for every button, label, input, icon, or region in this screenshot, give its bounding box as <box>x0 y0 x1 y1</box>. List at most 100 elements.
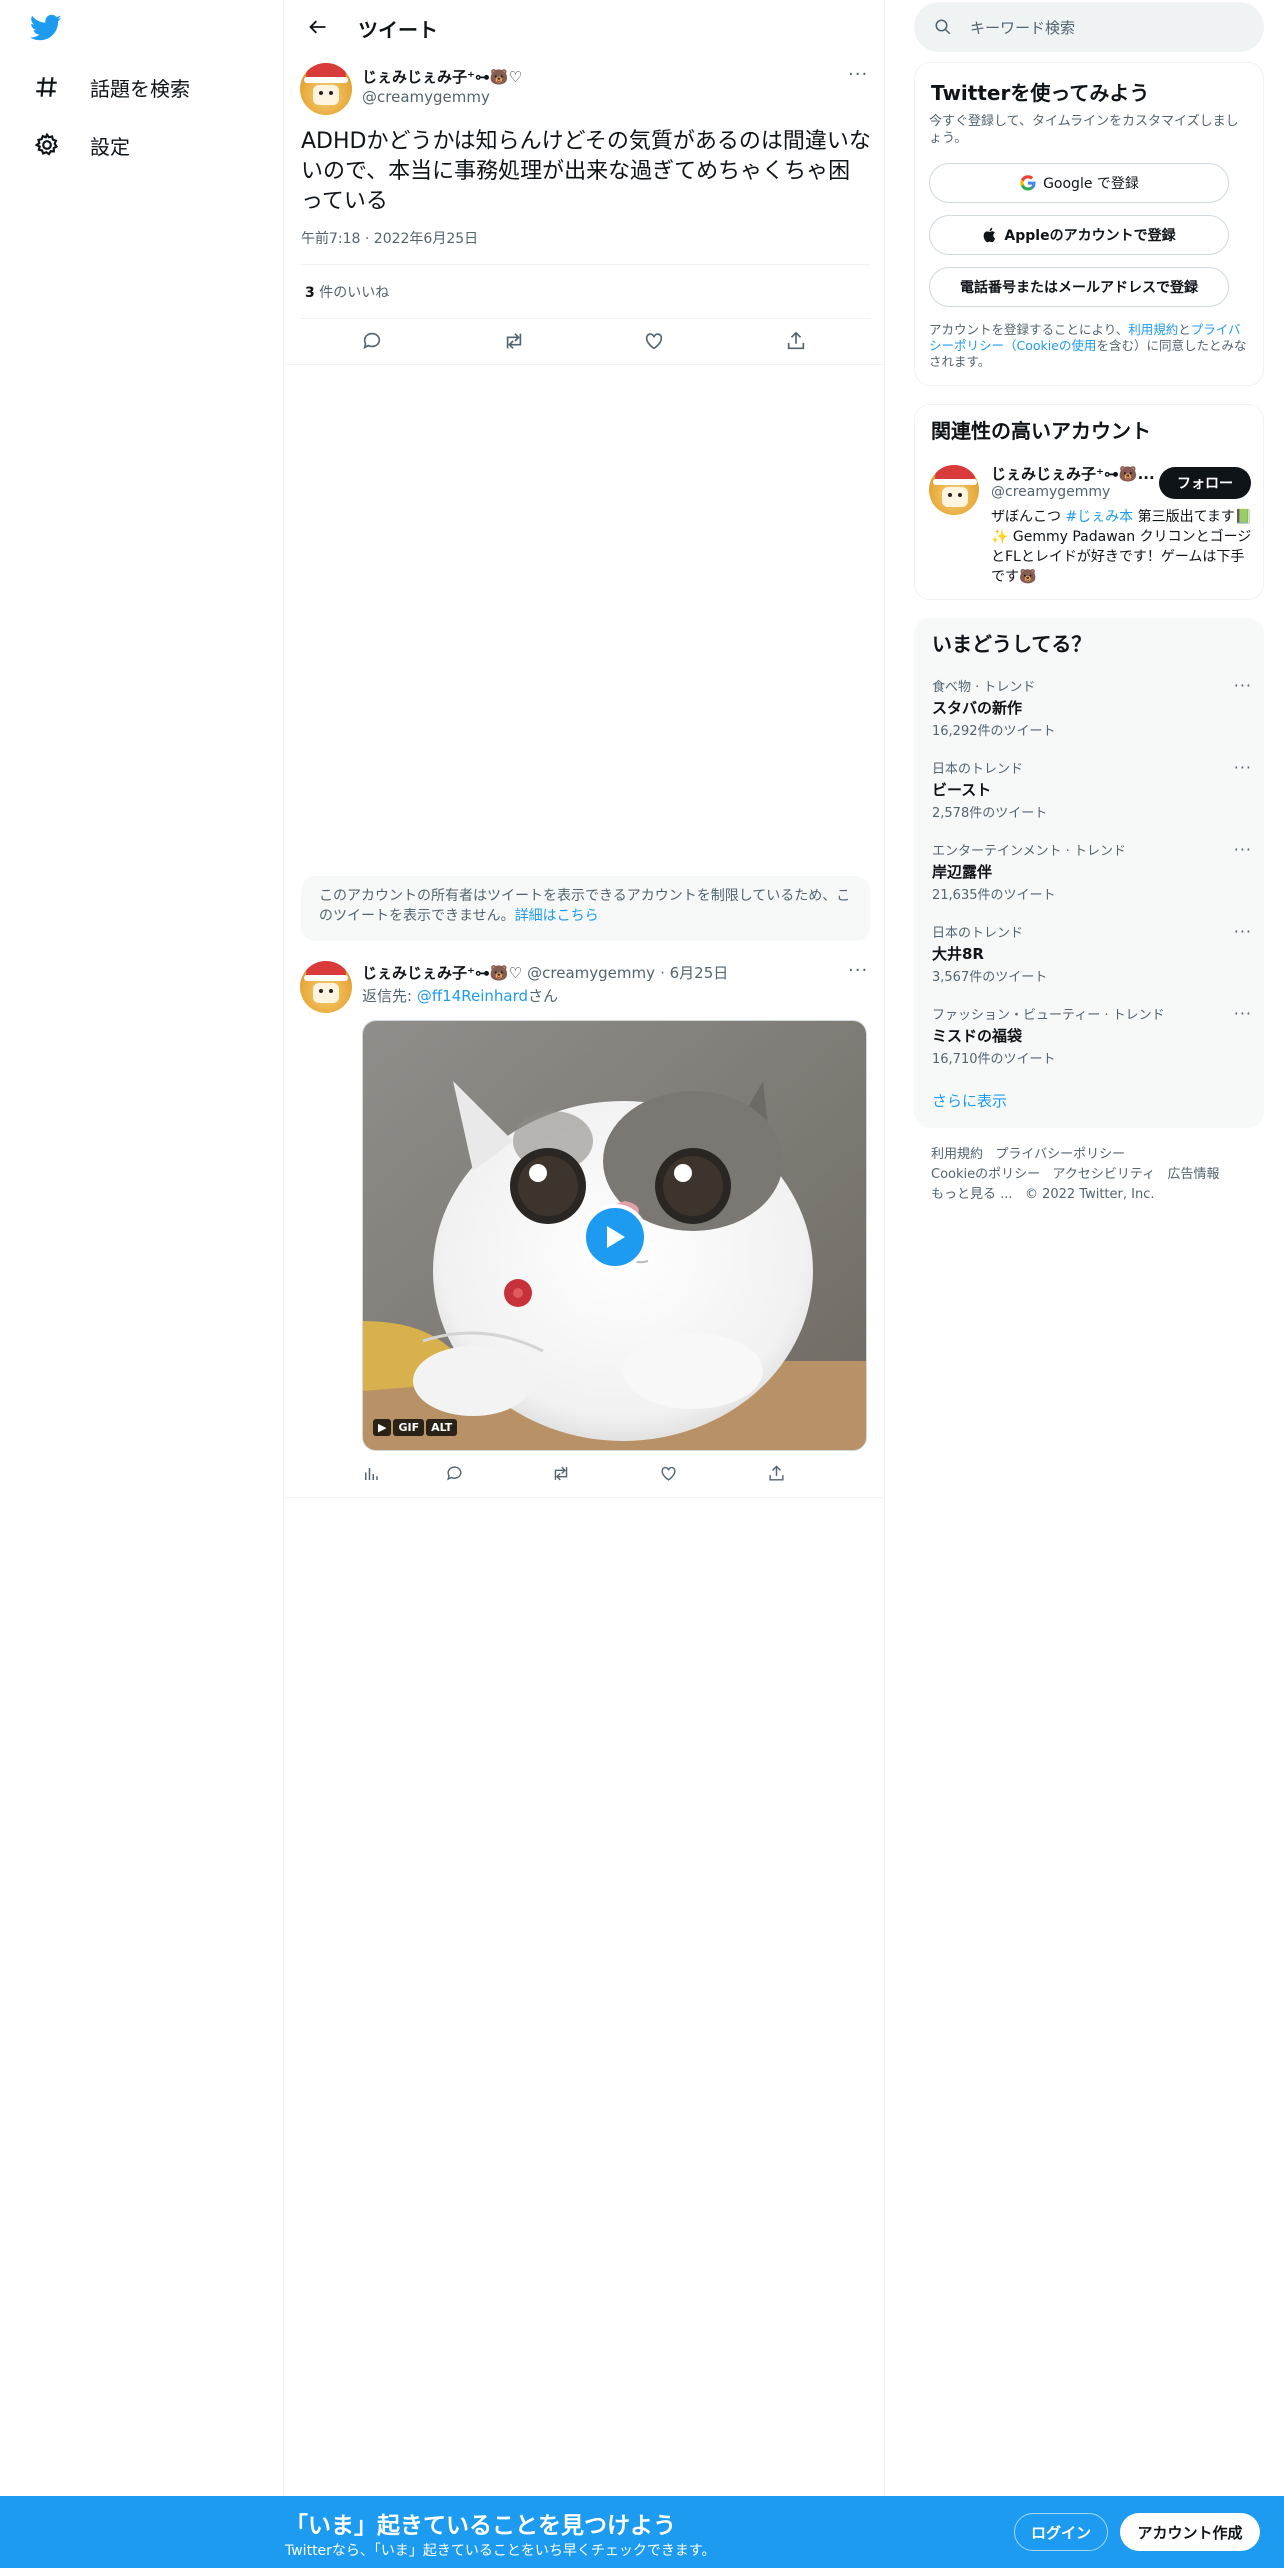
phone-email-signup-button[interactable]: 電話番号またはメールアドレスで登録 <box>929 267 1229 307</box>
follow-button[interactable]: フォロー <box>1159 467 1251 499</box>
reply-share-icon[interactable] <box>767 1464 786 1483</box>
analytics-icon[interactable] <box>362 1465 380 1483</box>
login-button[interactable]: ログイン <box>1014 2513 1108 2551</box>
reply-like-icon[interactable] <box>659 1464 678 1483</box>
search-icon <box>934 18 952 36</box>
reply-retweet-icon[interactable] <box>551 1464 571 1483</box>
gif-media[interactable]: ▶ GIF ALT <box>362 1020 867 1451</box>
bottom-signup-banner: 「いま」起きていることを見つけよう Twitterなら、「いま」起きていることを… <box>0 2496 1284 2568</box>
create-account-button[interactable]: アカウント作成 <box>1120 2513 1260 2551</box>
trend-category: 日本のトレンド <box>932 762 1024 777</box>
gif-badge: GIF <box>393 1419 425 1436</box>
trend-count: 16,292件のツイート <box>932 724 1056 739</box>
trend-item[interactable]: 食べ物 · トレンド スタバの新作 16,292件のツイート ··· <box>932 676 1252 739</box>
replying-to-link[interactable]: @ff14Reinhard <box>417 987 528 1005</box>
alt-badge[interactable]: ALT <box>426 1419 458 1436</box>
trend-topic: ミスドの福袋 <box>932 1027 1023 1045</box>
footer-accessibility-link[interactable]: アクセシビリティ <box>1053 1167 1156 1182</box>
trend-category: 食べ物 · トレンド <box>932 680 1036 695</box>
search-box[interactable]: キーワード検索 <box>914 2 1264 52</box>
trend-count: 3,567件のツイート <box>932 970 1048 985</box>
play-button[interactable] <box>582 1204 648 1270</box>
footer-more-link[interactable]: もっと見る ... <box>931 1187 1013 1202</box>
banner-title: 「いま」起きていることを見つけよう <box>285 2513 676 2539</box>
apple-signup-label: Appleのアカウントで登録 <box>1004 228 1176 244</box>
nav-settings[interactable]: 設定 <box>30 123 130 167</box>
like-icon[interactable] <box>643 330 665 352</box>
tweet-timestamp[interactable]: 午前7:18 · 2022年6月25日 <box>301 228 478 248</box>
trend-more-icon[interactable]: ··· <box>1234 1004 1252 1023</box>
left-sidebar: 話題を検索 設定 <box>0 0 284 2496</box>
trend-item[interactable]: 日本のトレンド ビースト 2,578件のツイート ··· <box>932 758 1252 821</box>
trends-title: いまどうしてる？ <box>932 632 1092 656</box>
hashtag-icon <box>30 70 64 104</box>
related-display-name[interactable]: じぇみじぇみ子⁺⊶🐻... <box>991 463 1155 484</box>
reply-display-name[interactable]: じぇみじぇみ子⁺⊶🐻♡ <box>362 964 522 982</box>
trend-item[interactable]: エンターテインメント · トレンド 岸辺露伴 21,635件のツイート ··· <box>932 840 1252 903</box>
tweet-display-name[interactable]: じぇみじぇみ子⁺⊶🐻♡ <box>362 66 522 87</box>
reply-reply-icon[interactable] <box>445 1464 464 1483</box>
terms-text-pre: アカウントを登録することにより、 <box>929 322 1129 337</box>
trend-more-icon[interactable]: ··· <box>1234 758 1252 777</box>
replying-to-suffix: さん <box>528 987 559 1005</box>
reply-date[interactable]: · 6月25日 <box>660 964 728 982</box>
trend-topic: 岸辺露伴 <box>932 863 993 881</box>
footer-cookie-link[interactable]: Cookieのポリシー <box>931 1167 1040 1182</box>
tweet-handle[interactable]: @creamygemmy <box>362 88 490 106</box>
footer-privacy-link[interactable]: プライバシーポリシー <box>995 1147 1125 1162</box>
reply-avatar[interactable] <box>300 961 352 1013</box>
phone-email-signup-label: 電話番号またはメールアドレスで登録 <box>960 280 1198 296</box>
related-avatar[interactable] <box>929 465 979 515</box>
trend-item[interactable]: 日本のトレンド 大井8R 3,567件のツイート ··· <box>932 922 1252 985</box>
google-signup-label: Google で登録 <box>1043 176 1139 192</box>
trend-category: 日本のトレンド <box>932 926 1024 941</box>
search-input[interactable]: キーワード検索 <box>970 17 1075 38</box>
page-title: ツイート <box>358 18 438 42</box>
reply-more-options-icon[interactable]: ··· <box>848 960 868 981</box>
replying-to-prefix: 返信先: <box>362 987 417 1005</box>
nav-settings-label: 設定 <box>90 134 130 159</box>
footer-ads-link[interactable]: 広告情報 <box>1168 1167 1220 1182</box>
twitter-logo-icon[interactable] <box>30 14 62 42</box>
signup-title: Twitterを使ってみよう <box>931 81 1150 105</box>
related-bio-hashtag[interactable]: #じぇみ本 <box>1065 509 1133 525</box>
related-accounts-panel: 関連性の高いアカウント じぇみじぇみ子⁺⊶🐻... @creamygemmy フ… <box>914 404 1264 600</box>
back-arrow-icon[interactable] <box>301 13 335 41</box>
terms-link[interactable]: 利用規約 <box>1128 322 1178 337</box>
retweet-icon[interactable] <box>502 330 526 352</box>
trend-more-icon[interactable]: ··· <box>1234 922 1252 941</box>
share-icon[interactable] <box>785 330 807 352</box>
trend-item[interactable]: ファッション・ビューティー · トレンド ミスドの福袋 16,710件のツイート… <box>932 1004 1252 1067</box>
trend-more-icon[interactable]: ··· <box>1234 840 1252 859</box>
related-bio: ザぼんこつ #じぇみ本 第三版出てます📗✨ Gemmy Padawan クリコン… <box>991 507 1253 587</box>
play-small-icon: ▶ <box>373 1419 392 1436</box>
apple-signup-button[interactable]: Appleのアカウントで登録 <box>929 215 1229 255</box>
avatar[interactable] <box>300 63 352 115</box>
trend-count: 16,710件のツイート <box>932 1052 1056 1067</box>
trend-category: ファッション・ビューティー · トレンド <box>932 1008 1165 1023</box>
play-icon <box>607 1226 625 1248</box>
signup-panel: Twitterを使ってみよう 今すぐ登録して、タイムラインをカスタマイズしましょ… <box>914 62 1264 386</box>
media-badges: ▶ GIF ALT <box>373 1419 458 1436</box>
tweet-text: ADHDかどうかは知らんけどその気質があるのは間違いないので、本当に事務処理が出… <box>301 129 871 214</box>
trend-count: 2,578件のツイート <box>932 806 1048 821</box>
restricted-learn-more-link[interactable]: 詳細はこちら <box>515 908 599 924</box>
related-handle[interactable]: @creamygemmy <box>991 484 1110 500</box>
nav-explore[interactable]: 話題を検索 <box>30 65 190 109</box>
terms-text-mid: と <box>1178 322 1191 337</box>
trend-more-icon[interactable]: ··· <box>1234 676 1252 695</box>
like-count-row[interactable]: 3 件のいいね <box>305 282 389 302</box>
trend-count: 21,635件のツイート <box>932 888 1056 903</box>
reply-header: じぇみじぇみ子⁺⊶🐻♡ @creamygemmy · 6月25日 <box>362 962 728 983</box>
show-more-link[interactable]: さらに表示 <box>932 1090 1007 1111</box>
footer-terms-link[interactable]: 利用規約 <box>931 1147 983 1162</box>
like-count-label: 件のいいね <box>314 285 390 301</box>
more-options-icon[interactable]: ··· <box>848 64 868 85</box>
apple-icon <box>982 226 998 244</box>
reply-icon[interactable] <box>361 330 383 352</box>
footer-links: 利用規約 プライバシーポリシー Cookieのポリシー アクセシビリティ 広告情… <box>931 1145 1261 1205</box>
google-signup-button[interactable]: Google で登録 <box>929 163 1229 203</box>
trend-topic: ビースト <box>932 781 992 799</box>
reply-handle[interactable]: @creamygemmy <box>527 964 655 982</box>
signup-subtitle: 今すぐ登録して、タイムラインをカスタマイズしましょう。 <box>929 114 1239 146</box>
